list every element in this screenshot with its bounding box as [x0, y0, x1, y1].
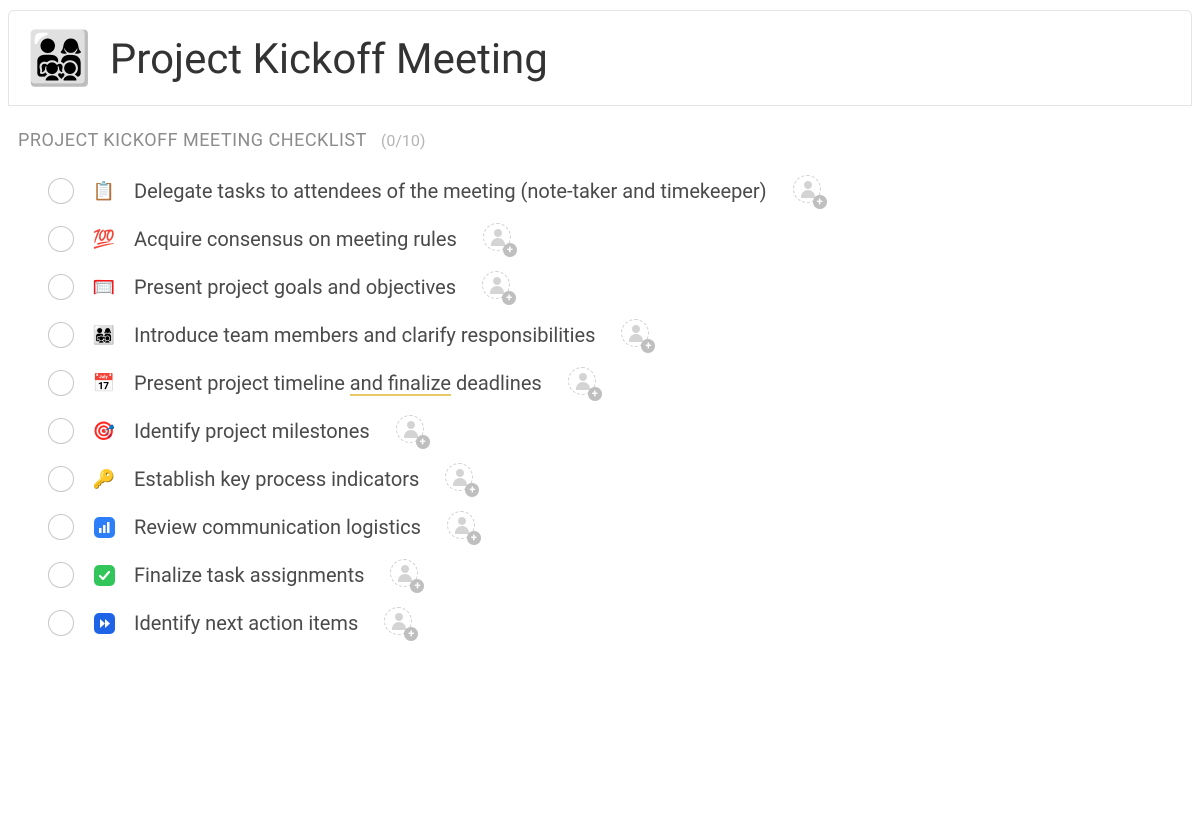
- checkbox[interactable]: [48, 226, 74, 252]
- checkbox[interactable]: [48, 322, 74, 348]
- assignee-add[interactable]: +: [482, 271, 514, 303]
- list-item-label: Acquire consensus on meeting rules: [134, 227, 457, 251]
- list-item-label: Delegate tasks to attendees of the meeti…: [134, 179, 767, 203]
- page-title: Project Kickoff Meeting: [110, 35, 548, 84]
- page-header: 👨‍👩‍👧‍👦 Project Kickoff Meeting: [8, 10, 1192, 106]
- assignee-add[interactable]: +: [390, 559, 422, 591]
- checkbox[interactable]: [48, 418, 74, 444]
- list-item[interactable]: 🔑 Establish key process indicators +: [0, 455, 1200, 503]
- assignee-add[interactable]: +: [396, 415, 428, 447]
- hundred-icon: 💯: [92, 229, 116, 250]
- section-header: PROJECT KICKOFF MEETING CHECKLIST (0/10): [0, 106, 1200, 159]
- calendar-icon: 📅: [92, 373, 116, 394]
- target-icon: 🎯: [92, 421, 116, 442]
- next-tile-icon: [92, 613, 116, 634]
- list-item-label: Identify project milestones: [134, 419, 370, 443]
- list-item[interactable]: Finalize task assignments +: [0, 551, 1200, 599]
- list-item[interactable]: Identify next action items +: [0, 599, 1200, 647]
- list-item[interactable]: 📅 Present project timeline and finalize …: [0, 359, 1200, 407]
- assignee-add[interactable]: +: [621, 319, 653, 351]
- list-item-label: Finalize task assignments: [134, 563, 364, 587]
- list-item[interactable]: 🥅 Present project goals and objectives +: [0, 263, 1200, 311]
- assignee-add[interactable]: +: [483, 223, 515, 255]
- checkbox[interactable]: [48, 562, 74, 588]
- section-count: (0/10): [381, 131, 426, 150]
- assignee-add[interactable]: +: [384, 607, 416, 639]
- list-item[interactable]: Review communication logistics +: [0, 503, 1200, 551]
- check-tile-icon: [92, 565, 116, 586]
- list-item[interactable]: 🎯 Identify project milestones +: [0, 407, 1200, 455]
- goal-net-icon: 🥅: [92, 277, 116, 298]
- checkbox[interactable]: [48, 178, 74, 204]
- clipboard-icon: 📋: [92, 181, 116, 202]
- assignee-add[interactable]: +: [447, 511, 479, 543]
- checkbox[interactable]: [48, 274, 74, 300]
- bar-chart-icon: [92, 517, 116, 538]
- list-item[interactable]: 👨‍👩‍👧‍👦 Introduce team members and clari…: [0, 311, 1200, 359]
- checkbox[interactable]: [48, 610, 74, 636]
- assignee-add[interactable]: +: [793, 175, 825, 207]
- list-item-label: Present project timeline and finalize de…: [134, 371, 542, 395]
- label-underline: and finalize: [350, 371, 451, 396]
- list-item-label: Establish key process indicators: [134, 467, 419, 491]
- label-text: Present project timeline: [134, 371, 350, 395]
- list-item[interactable]: 💯 Acquire consensus on meeting rules +: [0, 215, 1200, 263]
- family-icon: 👨‍👩‍👧‍👦: [27, 33, 92, 85]
- list-item-label: Review communication logistics: [134, 515, 421, 539]
- key-icon: 🔑: [92, 469, 116, 490]
- list-item[interactable]: 📋 Delegate tasks to attendees of the mee…: [0, 167, 1200, 215]
- section-title: PROJECT KICKOFF MEETING CHECKLIST: [18, 130, 367, 151]
- list-item-label: Identify next action items: [134, 611, 358, 635]
- assignee-add[interactable]: +: [568, 367, 600, 399]
- checkbox[interactable]: [48, 466, 74, 492]
- list-item-label: Present project goals and objectives: [134, 275, 456, 299]
- label-text: deadlines: [451, 371, 542, 395]
- checkbox[interactable]: [48, 514, 74, 540]
- list-item-label: Introduce team members and clarify respo…: [134, 323, 595, 347]
- checkbox[interactable]: [48, 370, 74, 396]
- assignee-add[interactable]: +: [445, 463, 477, 495]
- checklist: 📋 Delegate tasks to attendees of the mee…: [0, 159, 1200, 647]
- family-small-icon: 👨‍👩‍👧‍👦: [92, 325, 116, 346]
